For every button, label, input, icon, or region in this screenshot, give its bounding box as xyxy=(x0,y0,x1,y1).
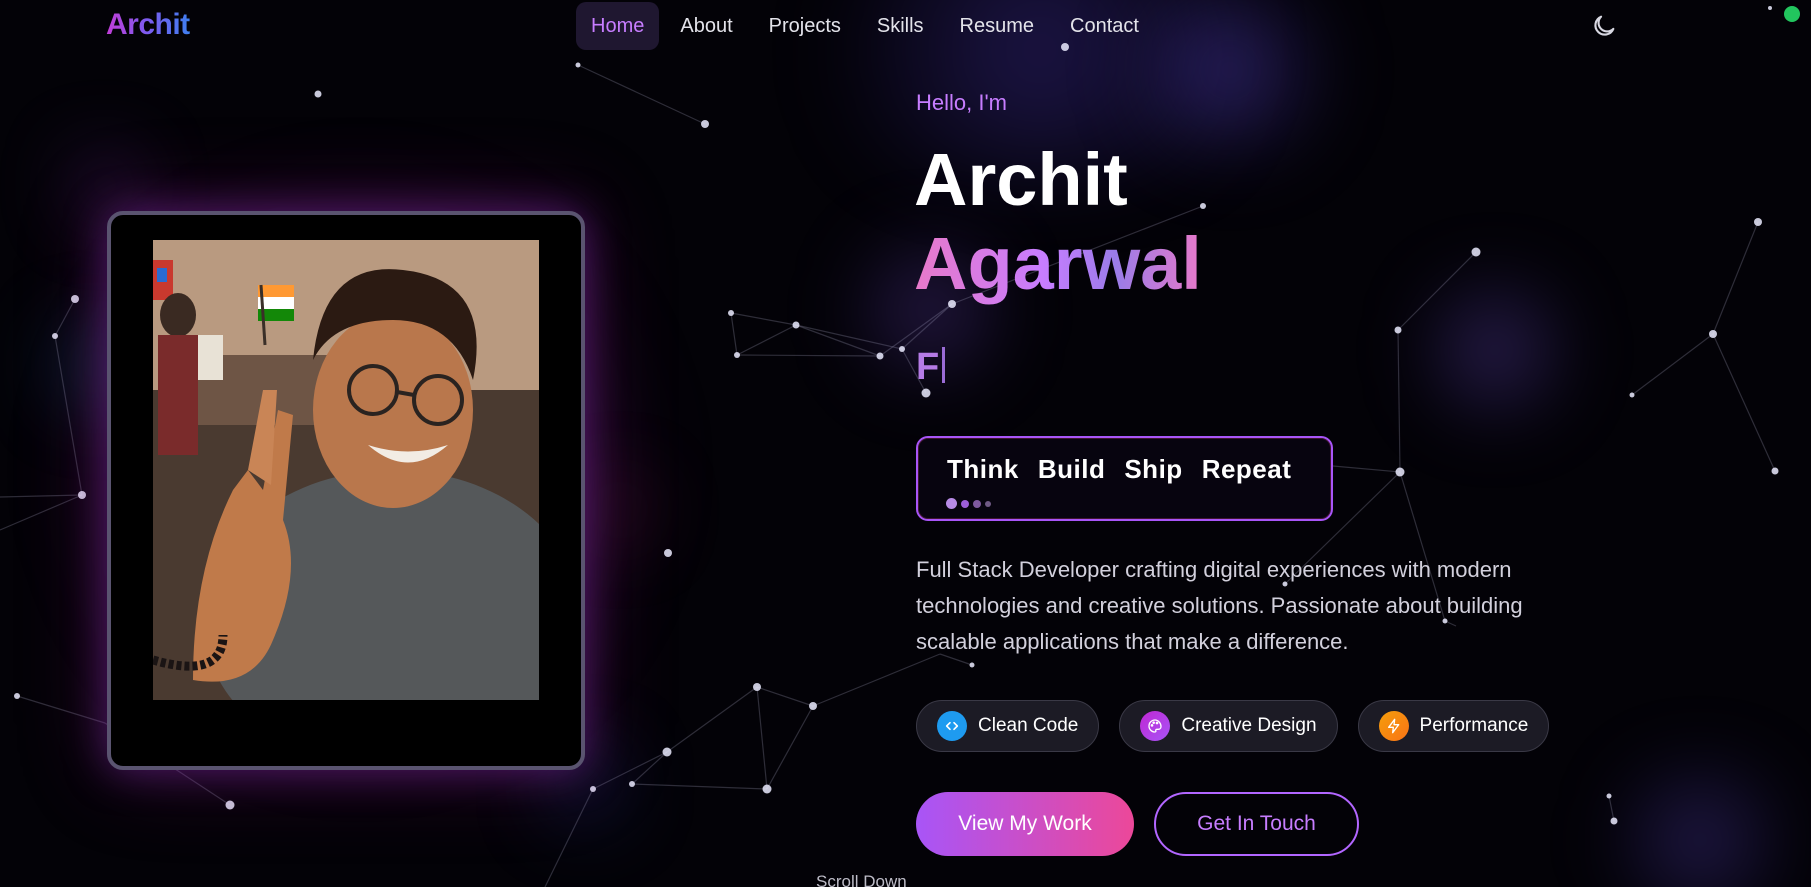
background-glow xyxy=(590,480,650,540)
background-glow xyxy=(70,150,140,220)
nav-link-home[interactable]: Home xyxy=(576,2,660,50)
nav-links: Home About Projects Skills Resume Contac… xyxy=(576,2,1154,50)
nav-link-resume[interactable]: Resume xyxy=(945,2,1049,50)
motto-word: Ship xyxy=(1124,454,1183,484)
chip-clean-code: Clean Code xyxy=(916,700,1100,752)
chip-label: Clean Code xyxy=(978,715,1079,736)
motto-dot xyxy=(946,498,957,509)
navbar: Archit Home About Projects Skills Resume… xyxy=(0,0,1811,52)
motto-word: Think xyxy=(947,454,1019,484)
nav-link-contact[interactable]: Contact xyxy=(1055,2,1154,50)
motto-dot xyxy=(973,499,981,508)
motto-progress-dots xyxy=(946,498,991,509)
logo[interactable]: Archit xyxy=(106,8,190,42)
greeting-text: Hello, I'm xyxy=(916,90,1007,115)
typed-role-text: F xyxy=(916,346,946,389)
get-in-touch-button[interactable]: Get In Touch xyxy=(1154,792,1359,856)
nav-link-skills[interactable]: Skills xyxy=(862,2,939,50)
hero-description: Full Stack Developer crafting digital ex… xyxy=(916,557,1523,654)
profile-photo xyxy=(153,240,539,700)
chip-label: Performance xyxy=(1419,715,1529,736)
motto-dot xyxy=(985,500,991,507)
motto-words: Think Build Ship Repeat xyxy=(947,454,1291,485)
hero-first-name: Archit xyxy=(914,138,1128,221)
theme-toggle-button[interactable] xyxy=(1590,12,1618,40)
chip-creative-design: Creative Design xyxy=(1119,700,1338,752)
hero-last-name: Agarwal xyxy=(914,222,1202,305)
code-icon xyxy=(937,711,967,741)
chip-label: Creative Design xyxy=(1181,715,1317,736)
lightning-icon xyxy=(1378,711,1409,741)
view-my-work-button[interactable]: View My Work xyxy=(916,792,1134,856)
scroll-down-hint[interactable]: Scroll Down xyxy=(816,872,907,887)
moon-icon xyxy=(1594,15,1615,36)
typed-text: F xyxy=(916,346,940,388)
chip-performance: Performance xyxy=(1357,700,1550,752)
status-indicator xyxy=(1784,6,1800,22)
motto-dot xyxy=(961,499,969,508)
motto-word: Repeat xyxy=(1201,454,1292,484)
motto-word: Build xyxy=(1037,454,1106,484)
nav-link-projects[interactable]: Projects xyxy=(754,2,856,50)
feature-chips: Clean Code Creative Design Performance xyxy=(916,700,1550,752)
typing-caret xyxy=(942,347,946,383)
motto-box: Think Build Ship Repeat xyxy=(916,436,1333,521)
background-glow xyxy=(1600,770,1800,887)
palette-icon xyxy=(1140,711,1171,741)
nav-link-about[interactable]: About xyxy=(665,2,747,50)
background-glow xyxy=(1420,280,1570,420)
